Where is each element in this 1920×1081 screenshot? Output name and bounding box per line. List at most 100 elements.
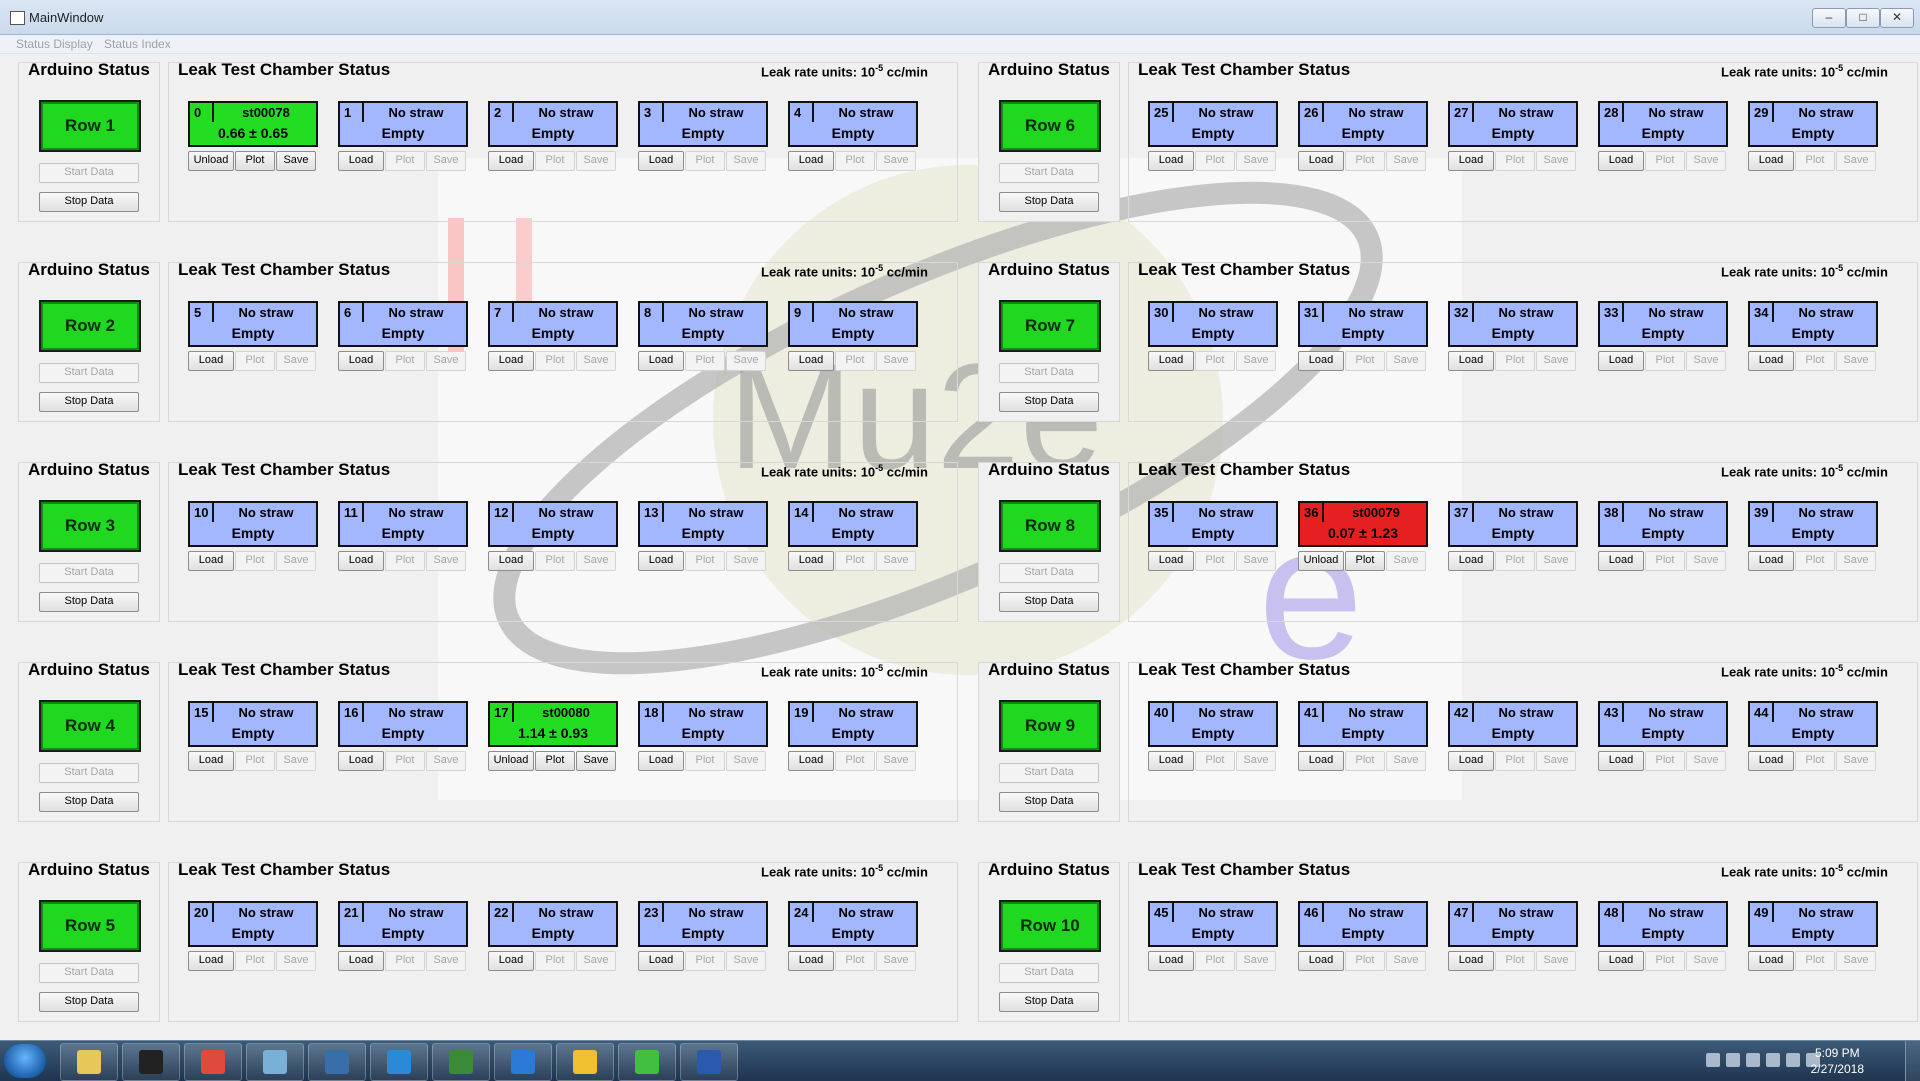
menu-status-index[interactable]: Status Index: [104, 37, 171, 51]
plot-button[interactable]: Plot: [1345, 751, 1385, 771]
plot-button[interactable]: Plot: [685, 551, 725, 571]
save-button[interactable]: Save: [1236, 351, 1276, 371]
load-button[interactable]: Load: [338, 351, 384, 371]
save-button[interactable]: Save: [726, 751, 766, 771]
save-button[interactable]: Save: [276, 351, 316, 371]
save-button[interactable]: Save: [576, 351, 616, 371]
plot-button[interactable]: Plot: [685, 351, 725, 371]
plot-button[interactable]: Plot: [1345, 151, 1385, 171]
save-button[interactable]: Save: [876, 151, 916, 171]
row-status-button[interactable]: Row 5: [39, 900, 141, 952]
start-data-button[interactable]: Start Data: [39, 763, 139, 783]
plot-button[interactable]: Plot: [1645, 551, 1685, 571]
plot-button[interactable]: Plot: [1795, 951, 1835, 971]
stop-data-button[interactable]: Stop Data: [39, 992, 139, 1012]
plot-button[interactable]: Plot: [1795, 151, 1835, 171]
tray-arrow-icon[interactable]: [1706, 1053, 1720, 1067]
plot-button[interactable]: Plot: [385, 551, 425, 571]
row-status-button[interactable]: Row 10: [999, 900, 1101, 952]
start-data-button[interactable]: Start Data: [999, 963, 1099, 983]
save-button[interactable]: Save: [1536, 351, 1576, 371]
load-button[interactable]: Load: [188, 351, 234, 371]
plot-button[interactable]: Plot: [1795, 551, 1835, 571]
plot-button[interactable]: Plot: [385, 151, 425, 171]
save-button[interactable]: Save: [426, 751, 466, 771]
load-button[interactable]: Load: [1148, 951, 1194, 971]
plot-button[interactable]: Plot: [1195, 151, 1235, 171]
load-button[interactable]: Load: [488, 551, 534, 571]
plot-button[interactable]: Plot: [685, 151, 725, 171]
load-button[interactable]: Load: [338, 751, 384, 771]
load-button[interactable]: Load: [488, 351, 534, 371]
load-button[interactable]: Load: [1448, 751, 1494, 771]
save-button[interactable]: Save: [876, 951, 916, 971]
load-button[interactable]: Load: [338, 951, 384, 971]
plot-button[interactable]: Plot: [235, 151, 275, 171]
save-button[interactable]: Save: [426, 151, 466, 171]
save-button[interactable]: Save: [1836, 551, 1876, 571]
save-button[interactable]: Save: [726, 351, 766, 371]
load-button[interactable]: Load: [638, 551, 684, 571]
row-status-button[interactable]: Row 7: [999, 300, 1101, 352]
load-button[interactable]: Load: [1598, 151, 1644, 171]
save-button[interactable]: Save: [1386, 751, 1426, 771]
row-status-button[interactable]: Row 4: [39, 700, 141, 752]
load-button[interactable]: Load: [788, 751, 834, 771]
save-button[interactable]: Save: [1386, 151, 1426, 171]
start-data-button[interactable]: Start Data: [999, 763, 1099, 783]
plot-button[interactable]: Plot: [1195, 751, 1235, 771]
row-status-button[interactable]: Row 9: [999, 700, 1101, 752]
load-button[interactable]: Load: [1298, 751, 1344, 771]
load-button[interactable]: Load: [1598, 551, 1644, 571]
plot-button[interactable]: Plot: [385, 751, 425, 771]
save-button[interactable]: Save: [576, 951, 616, 971]
save-button[interactable]: Save: [726, 151, 766, 171]
save-button[interactable]: Save: [876, 351, 916, 371]
system-clock[interactable]: 5:09 PM 2/27/2018: [1811, 1045, 1864, 1077]
row-status-button[interactable]: Row 6: [999, 100, 1101, 152]
plot-button[interactable]: Plot: [1195, 551, 1235, 571]
load-button[interactable]: Load: [1298, 951, 1344, 971]
stop-data-button[interactable]: Stop Data: [39, 192, 139, 212]
plot-button[interactable]: Plot: [1495, 551, 1535, 571]
stop-data-button[interactable]: Stop Data: [39, 592, 139, 612]
plot-button[interactable]: Plot: [235, 551, 275, 571]
load-button[interactable]: Load: [1448, 551, 1494, 571]
start-data-button[interactable]: Start Data: [999, 163, 1099, 183]
plot-button[interactable]: Plot: [835, 551, 875, 571]
load-button[interactable]: Load: [638, 751, 684, 771]
taskbar-app[interactable]: [494, 1043, 552, 1081]
taskbar-app[interactable]: [60, 1043, 118, 1081]
save-button[interactable]: Save: [1536, 951, 1576, 971]
load-button[interactable]: Load: [1298, 151, 1344, 171]
save-button[interactable]: Save: [276, 151, 316, 171]
load-button[interactable]: Load: [788, 351, 834, 371]
plot-button[interactable]: Plot: [1495, 751, 1535, 771]
plot-button[interactable]: Plot: [1345, 351, 1385, 371]
start-data-button[interactable]: Start Data: [999, 563, 1099, 583]
load-button[interactable]: Load: [1748, 551, 1794, 571]
load-button[interactable]: Load: [1598, 351, 1644, 371]
tray-volume-icon[interactable]: [1746, 1053, 1760, 1067]
stop-data-button[interactable]: Stop Data: [999, 592, 1099, 612]
load-button[interactable]: Load: [1748, 351, 1794, 371]
save-button[interactable]: Save: [1386, 951, 1426, 971]
plot-button[interactable]: Plot: [1795, 751, 1835, 771]
load-button[interactable]: Load: [338, 151, 384, 171]
save-button[interactable]: Save: [426, 951, 466, 971]
taskbar-app[interactable]: [370, 1043, 428, 1081]
show-desktop-button[interactable]: [1905, 1041, 1920, 1081]
start-data-button[interactable]: Start Data: [39, 163, 139, 183]
plot-button[interactable]: Plot: [235, 351, 275, 371]
tray-flag-icon[interactable]: [1786, 1053, 1800, 1067]
save-button[interactable]: Save: [276, 551, 316, 571]
save-button[interactable]: Save: [1536, 751, 1576, 771]
save-button[interactable]: Save: [726, 951, 766, 971]
row-status-button[interactable]: Row 2: [39, 300, 141, 352]
save-button[interactable]: Save: [576, 151, 616, 171]
taskbar-app[interactable]: [432, 1043, 490, 1081]
load-button[interactable]: Load: [638, 151, 684, 171]
save-button[interactable]: Save: [876, 551, 916, 571]
save-button[interactable]: Save: [1236, 551, 1276, 571]
load-button[interactable]: Load: [638, 351, 684, 371]
